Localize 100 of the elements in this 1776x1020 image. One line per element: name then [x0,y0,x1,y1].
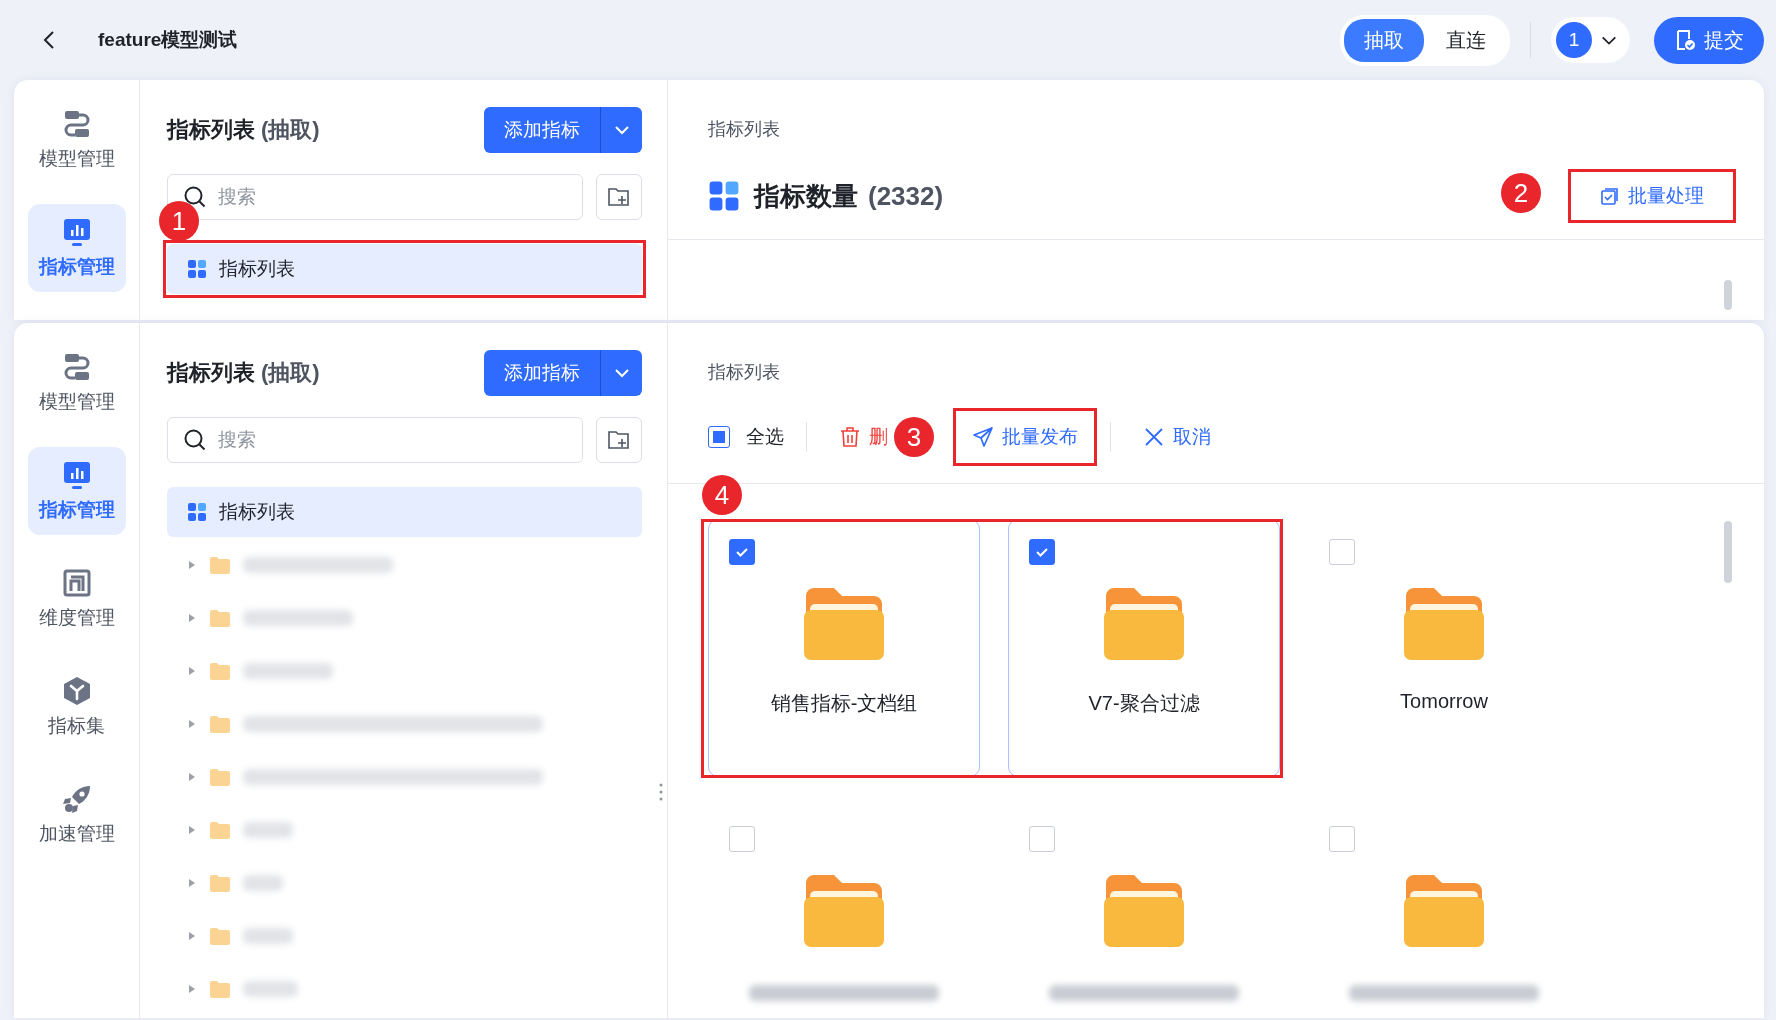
send-icon [972,426,994,448]
caret-icon[interactable] [187,878,197,888]
folder-icon [1402,586,1486,662]
nav-label: 指标管理 [38,498,115,522]
breadcrumb: 指标列表 [708,361,781,384]
search-icon [183,185,207,209]
checkbox[interactable] [1029,826,1055,852]
checkbox-icon [1600,186,1620,206]
tree-item[interactable]: 指标列表 [167,487,642,537]
mode-tab[interactable]: 直连 [1426,18,1506,62]
checkbox[interactable] [729,826,755,852]
scrollbar[interactable] [1724,521,1732,583]
callout-badge: 3 [894,417,934,457]
mode-label: (抽取) [261,117,320,142]
section-title: 指标数量 [754,179,858,213]
nav-item[interactable]: 加速管理 [27,771,126,859]
nav-item[interactable]: 模型管理 [27,339,126,427]
nav-label: 指标集 [48,714,105,738]
folder-icon [209,927,231,945]
folder-name: V7-聚合过滤 [1088,691,1200,716]
nav-item[interactable]: 指标管理 [27,204,126,292]
blurred-text [243,822,293,838]
caret-icon[interactable] [187,560,197,570]
nav-item[interactable]: 维度管理 [27,555,126,643]
document-check-icon [1674,29,1696,51]
folder-icon [1102,873,1186,949]
breadcrumb: 指标列表 [708,118,781,141]
nav-label: 模型管理 [38,147,115,171]
caret-icon[interactable] [187,719,197,729]
caret-icon[interactable] [187,666,197,676]
callout-badge: 2 [1501,173,1541,213]
nav-item[interactable]: 指标管理 [27,447,126,535]
nav-label: 加速管理 [38,822,115,846]
new-folder-button[interactable] [596,174,642,220]
dropdown-button[interactable] [600,350,642,396]
blurred-text [243,981,298,997]
folder-icon [802,873,886,949]
batch-publish-button[interactable]: 批量发布 [962,417,1088,457]
folder-icon [209,556,231,574]
caret-icon[interactable] [187,825,197,835]
drag-handle-icon[interactable] [659,783,663,801]
new-folder-button[interactable] [596,417,642,463]
add-metric-button[interactable]: 添加指标 [484,350,600,396]
tree-item[interactable]: 指标列表 [167,244,642,294]
dropdown-button[interactable] [600,107,642,153]
scrollbar[interactable] [1724,280,1732,310]
add-metric-button[interactable]: 添加指标 [484,107,600,153]
grid-icon [187,502,207,522]
folder-name: Tomorrow [1400,690,1488,713]
folder-icon [209,715,231,733]
trash-icon [839,426,861,448]
nav-label: 指标管理 [38,255,115,279]
window-title: feature模型测试 [98,28,239,52]
delete-button[interactable]: 删 [829,417,888,457]
metric-count: (2332) [868,180,944,212]
callout-badge: 4 [702,475,742,515]
folder-icon [209,768,231,786]
nav-item[interactable]: 模型管理 [27,96,126,184]
blurred-text [243,875,283,891]
cancel-button[interactable]: 取消 [1133,417,1221,457]
folder-icon [209,662,231,680]
mode-label: (抽取) [261,360,320,385]
version-badge: 1 [1556,22,1592,58]
folder-icon [1402,873,1486,949]
caret-icon[interactable] [187,984,197,994]
folder-add-icon [607,185,631,209]
nav-item[interactable]: 指标集 [27,663,126,751]
folder-icon [209,821,231,839]
folder-add-icon [607,428,631,452]
nav-label: 模型管理 [38,390,115,414]
grid-icon [708,180,740,212]
caret-icon[interactable] [187,613,197,623]
version-dropdown[interactable]: 1 [1551,17,1630,63]
checkbox[interactable] [729,539,755,565]
rocket-icon [60,783,93,815]
folder-icon [802,586,886,662]
caret-icon[interactable] [187,772,197,782]
panel-title: 指标列表 [167,360,255,385]
folder-name: 销售指标-文档组 [770,691,918,716]
checkbox[interactable] [1029,539,1055,565]
select-all-checkbox[interactable] [708,426,730,448]
close-icon [1143,426,1165,448]
submit-button[interactable]: 提交 [1654,16,1764,64]
mode-tab[interactable]: 抽取 [1344,18,1424,62]
search-icon [183,428,207,452]
callout-badge: 1 [159,201,199,241]
folder-card[interactable]: Tomorrow [1308,519,1580,777]
folder-icon [209,609,231,627]
folder-icon [209,980,231,998]
folder-icon [209,874,231,892]
caret-icon[interactable] [187,931,197,941]
blurred-text [243,928,293,944]
checkbox[interactable] [1329,539,1355,565]
select-all-label: 全选 [746,425,784,449]
folder-icon [1102,586,1186,662]
grid-icon [187,259,207,279]
checkbox[interactable] [1329,826,1355,852]
panel-title: 指标列表 [167,117,255,142]
nav-label: 维度管理 [38,606,115,630]
search-field[interactable]: 搜索 [167,417,583,463]
